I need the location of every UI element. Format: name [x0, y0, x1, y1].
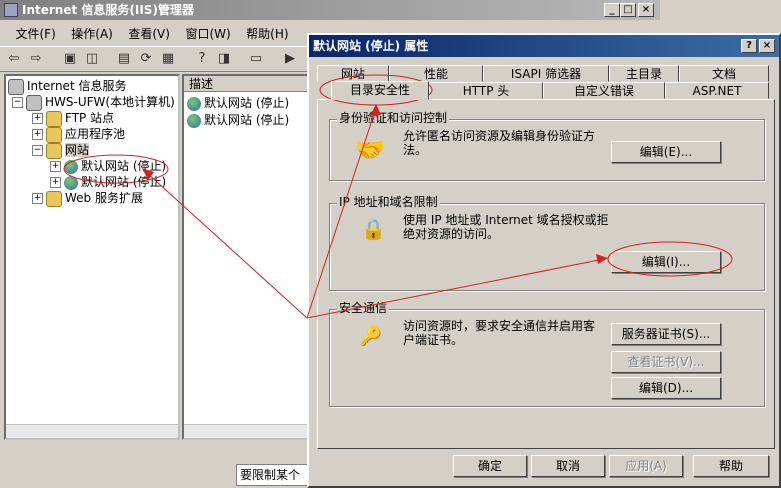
annotation-arrow-edit [306, 258, 605, 319]
annotation-arrowhead-edit [596, 254, 608, 264]
annotation-circle-edit [607, 241, 733, 277]
tab-directory-security[interactable]: 目录安全性 [331, 81, 429, 100]
annotation-arrow-site [145, 171, 308, 319]
annotation-arrowhead-tab [370, 104, 381, 116]
annotation-circle-site [63, 154, 169, 184]
annotation-overlay [63, 74, 733, 319]
annotation-arrow-tab [306, 107, 377, 319]
